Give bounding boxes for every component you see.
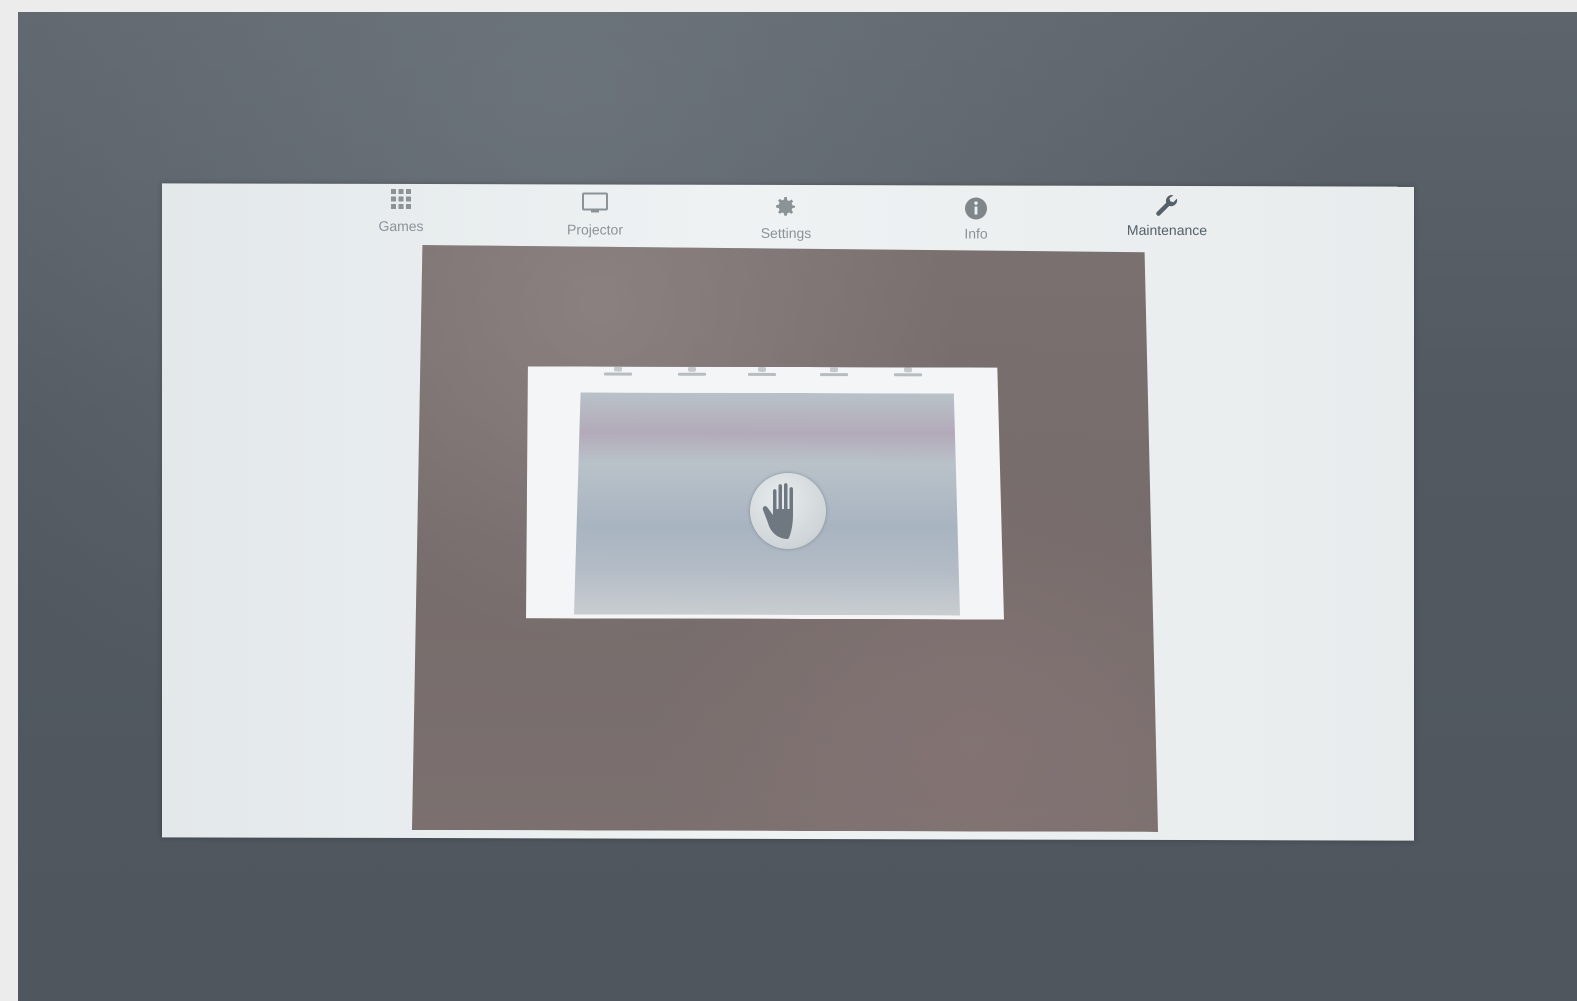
- hand-logo-icon: [750, 473, 826, 549]
- nested-tab: [748, 373, 776, 376]
- grid-icon: [336, 188, 466, 216]
- nested-camera-feed: [574, 392, 960, 615]
- nested-tab: [604, 373, 632, 376]
- wrench-icon: [1092, 192, 1242, 220]
- tab-projector[interactable]: Projector: [530, 191, 660, 238]
- monitor-icon: [530, 191, 660, 219]
- tab-games[interactable]: Games: [336, 188, 466, 234]
- tab-label: Projector: [566, 221, 624, 238]
- nested-screen: [526, 366, 1004, 619]
- photo-background: Games Projector Settings Info Maintenanc…: [18, 12, 1577, 1001]
- tab-label: Maintenance: [1126, 221, 1208, 239]
- camera-feed: [412, 245, 1158, 832]
- tab-bar: Games Projector Settings Info Maintenanc…: [162, 183, 1414, 250]
- tab-label: Games: [378, 217, 424, 235]
- tab-label: Info: [964, 225, 988, 242]
- nested-tab-bar: [526, 366, 1004, 391]
- gear-icon: [721, 195, 851, 223]
- tab-info[interactable]: Info: [911, 195, 1041, 242]
- nested-tab: [678, 373, 706, 376]
- nested-tab: [894, 373, 922, 376]
- nested-tab: [820, 373, 848, 376]
- tab-settings[interactable]: Settings: [721, 195, 851, 241]
- tab-label: Settings: [760, 224, 812, 242]
- projected-screen: Games Projector Settings Info Maintenanc…: [162, 183, 1414, 841]
- tab-maintenance[interactable]: Maintenance: [1092, 192, 1242, 238]
- info-icon: [911, 195, 1041, 223]
